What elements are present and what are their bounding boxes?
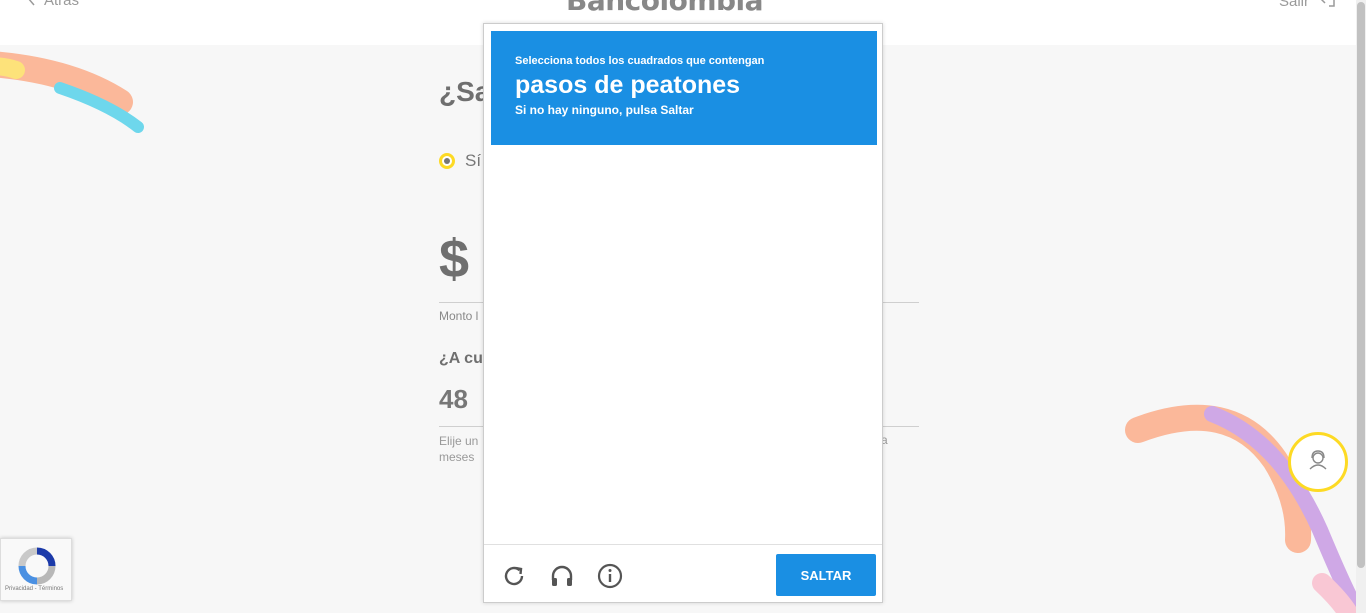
back-link[interactable]: Atrás xyxy=(26,0,79,10)
term-input[interactable]: 48 xyxy=(439,384,468,415)
reload-icon[interactable] xyxy=(500,562,528,590)
scrollbar-thumb[interactable] xyxy=(1357,2,1365,568)
chevron-left-icon xyxy=(26,0,36,10)
amount-label: Monto l xyxy=(439,309,479,323)
recaptcha-terms[interactable]: Privacidad - Términos xyxy=(5,586,63,592)
captcha-instruction: Selecciona todos los cuadrados que conte… xyxy=(515,55,765,67)
radio-label: Sí xyxy=(465,151,482,170)
captcha-dialog: Selecciona todos los cuadrados que conte… xyxy=(483,23,883,603)
radio-option-yes[interactable]: Sí xyxy=(439,151,481,171)
captcha-target: pasos de peatones xyxy=(515,71,741,99)
agent-icon xyxy=(1307,449,1329,476)
info-icon[interactable] xyxy=(596,562,624,590)
captcha-subtext: Si no hay ninguno, pulsa Saltar xyxy=(515,103,694,117)
radio-selected-icon xyxy=(439,153,455,169)
captcha-footer-divider xyxy=(484,544,882,545)
help-chat-button[interactable] xyxy=(1288,432,1348,492)
recaptcha-badge[interactable]: Privacidad - Términos xyxy=(0,538,72,601)
headphones-icon[interactable] xyxy=(548,562,576,590)
exit-link[interactable]: Salir xyxy=(1279,0,1337,12)
captcha-header: Selecciona todos los cuadrados que conte… xyxy=(491,31,877,145)
back-label: Atrás xyxy=(44,0,80,9)
skip-button[interactable]: SALTAR xyxy=(776,554,876,596)
scrollbar[interactable] xyxy=(1356,0,1366,613)
recaptcha-logo-icon xyxy=(17,547,57,590)
captcha-grid-lines xyxy=(491,151,877,537)
brand-logo: Bancolombia xyxy=(566,0,764,17)
logout-icon xyxy=(1317,0,1337,12)
exit-label: Salir xyxy=(1279,0,1310,10)
